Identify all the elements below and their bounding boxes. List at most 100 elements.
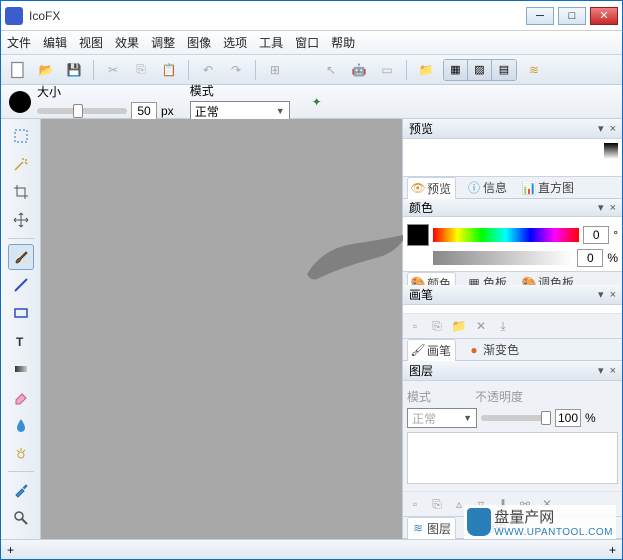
menu-edit[interactable]: 编辑 <box>43 34 67 51</box>
menu-tools[interactable]: 工具 <box>259 34 283 51</box>
collapse-icon[interactable]: ▾ <box>598 364 604 377</box>
close-panel-icon[interactable]: × <box>610 289 616 301</box>
folder-icon[interactable]: 📁 <box>415 59 437 81</box>
brush-tool[interactable] <box>8 244 34 270</box>
grid-toggle-group: ▦ ▨ ▤ <box>443 59 517 81</box>
folder-icon[interactable]: 📁 <box>451 318 467 334</box>
marquee-tool[interactable] <box>8 123 34 149</box>
status-right: + <box>609 543 616 557</box>
cut-button[interactable]: ✂ <box>102 59 124 81</box>
close-panel-icon[interactable]: × <box>610 202 616 214</box>
mode-select[interactable]: 正常▼ <box>190 101 290 121</box>
menu-help[interactable]: 帮助 <box>331 34 355 51</box>
brush-preview-icon <box>9 91 31 113</box>
separator <box>93 60 94 80</box>
color-swatch[interactable] <box>407 224 429 246</box>
tab-layer[interactable]: ≋图层 <box>407 517 456 540</box>
menu-image[interactable]: 图像 <box>187 34 211 51</box>
gradient-tool[interactable] <box>8 356 34 382</box>
dodge-tool[interactable] <box>8 440 34 466</box>
opacity-value[interactable]: 100 <box>555 409 581 427</box>
wand-icon[interactable]: ✦ <box>306 91 328 113</box>
line-tool[interactable] <box>8 272 34 298</box>
copy-brush-icon[interactable]: ⎘ <box>429 318 445 334</box>
android-icon[interactable]: 🤖 <box>348 59 370 81</box>
lightness-value[interactable]: 0 <box>577 249 603 267</box>
undo-button[interactable]: ↶ <box>197 59 219 81</box>
open-button[interactable]: 📂 <box>35 59 57 81</box>
copy-layer-icon[interactable]: ⎘ <box>429 496 445 512</box>
titlebar: IcoFX ─ □ ✕ <box>1 1 622 31</box>
hue-slider[interactable] <box>433 228 579 242</box>
eyedropper-tool[interactable] <box>8 477 34 503</box>
opacity-slider[interactable] <box>481 415 551 421</box>
menu-window[interactable]: 窗口 <box>295 34 319 51</box>
window-title: IcoFX <box>29 9 526 23</box>
size-slider[interactable] <box>37 108 127 114</box>
collapse-icon[interactable]: ▾ <box>598 201 604 214</box>
menu-adjust[interactable]: 调整 <box>151 34 175 51</box>
main-area: T × 预览▾× 👁预览 ⓘ信息 📊直方图 颜色▾× <box>1 119 622 539</box>
tab-histogram[interactable]: 📊直方图 <box>519 177 578 198</box>
zoom-tool[interactable] <box>8 505 34 531</box>
menu-view[interactable]: 视图 <box>79 34 103 51</box>
paste-button[interactable]: 📋 <box>158 59 180 81</box>
minimize-button[interactable]: ─ <box>526 7 554 25</box>
status-left: + <box>7 543 14 557</box>
hue-value[interactable]: 0 <box>583 226 609 244</box>
size-value[interactable]: 50 <box>131 102 157 120</box>
close-button[interactable]: ✕ <box>590 7 618 25</box>
text-tool[interactable]: T <box>8 328 34 354</box>
phone-icon[interactable]: ▭ <box>376 59 398 81</box>
tab-brush[interactable]: 🖌画笔 <box>407 339 456 362</box>
statusbar: + + <box>1 539 622 559</box>
size-label: 大小 <box>37 83 174 100</box>
apple-icon[interactable] <box>292 59 314 81</box>
maximize-button[interactable]: □ <box>558 7 586 25</box>
grid-toggle-3[interactable]: ▤ <box>492 60 516 80</box>
grid-toggle-2[interactable]: ▨ <box>468 60 492 80</box>
import-icon[interactable]: ⤓ <box>495 318 511 334</box>
shield-icon <box>467 508 491 536</box>
new-layer-icon[interactable]: ▫ <box>407 496 423 512</box>
layer-mode-select[interactable]: 正常▼ <box>407 408 477 428</box>
tab-preview[interactable]: 👁预览 <box>407 177 456 200</box>
preview-panel: 预览▾× 👁预览 ⓘ信息 📊直方图 <box>403 119 622 199</box>
redo-button[interactable]: ↷ <box>225 59 247 81</box>
new-brush-icon[interactable]: ▫ <box>407 318 423 334</box>
wand-tool[interactable] <box>8 151 34 177</box>
brush-panel: 画笔▾× ▫ ⎘ 📁 ✕ ⤓ 🖌画笔 ●渐变色 <box>403 285 622 361</box>
layers-icon[interactable]: ≋ <box>523 59 545 81</box>
gradient-icon: ● <box>468 344 480 356</box>
layer-opacity-label: 不透明度 <box>475 388 523 405</box>
collapse-icon[interactable]: ▾ <box>598 288 604 301</box>
color-panel: 颜色▾× 0° 0% 🎨颜色 ▦色板 🎨调色板 <box>403 199 622 285</box>
size-unit: px <box>161 104 174 118</box>
menu-effects[interactable]: 效果 <box>115 34 139 51</box>
close-panel-icon[interactable]: × <box>610 365 616 377</box>
save-button[interactable]: 💾 <box>63 59 85 81</box>
move-tool[interactable] <box>8 207 34 233</box>
crop-tool[interactable] <box>8 179 34 205</box>
tab-gradient[interactable]: ●渐变色 <box>464 339 523 360</box>
lightness-slider[interactable] <box>433 251 573 265</box>
eraser-tool[interactable] <box>8 384 34 410</box>
grid-toggle-1[interactable]: ▦ <box>444 60 468 80</box>
layer-list[interactable] <box>407 432 618 484</box>
close-panel-icon[interactable]: × <box>610 123 616 135</box>
preview-gradient <box>604 143 618 159</box>
windows-icon[interactable]: ⊞ <box>264 59 286 81</box>
menu-options[interactable]: 选项 <box>223 34 247 51</box>
layer-mode-label: 模式 <box>407 388 431 405</box>
cursor-icon[interactable]: ↖ <box>320 59 342 81</box>
canvas[interactable] <box>41 119 402 539</box>
delete-icon[interactable]: ✕ <box>473 318 489 334</box>
tab-info[interactable]: ⓘ信息 <box>464 177 511 198</box>
blur-tool[interactable] <box>8 412 34 438</box>
collapse-icon[interactable]: ▾ <box>598 122 604 135</box>
menu-file[interactable]: 文件 <box>7 34 31 51</box>
separator <box>188 60 189 80</box>
rect-tool[interactable] <box>8 300 34 326</box>
new-button[interactable] <box>7 59 29 81</box>
copy-button[interactable]: ⎘ <box>130 59 152 81</box>
